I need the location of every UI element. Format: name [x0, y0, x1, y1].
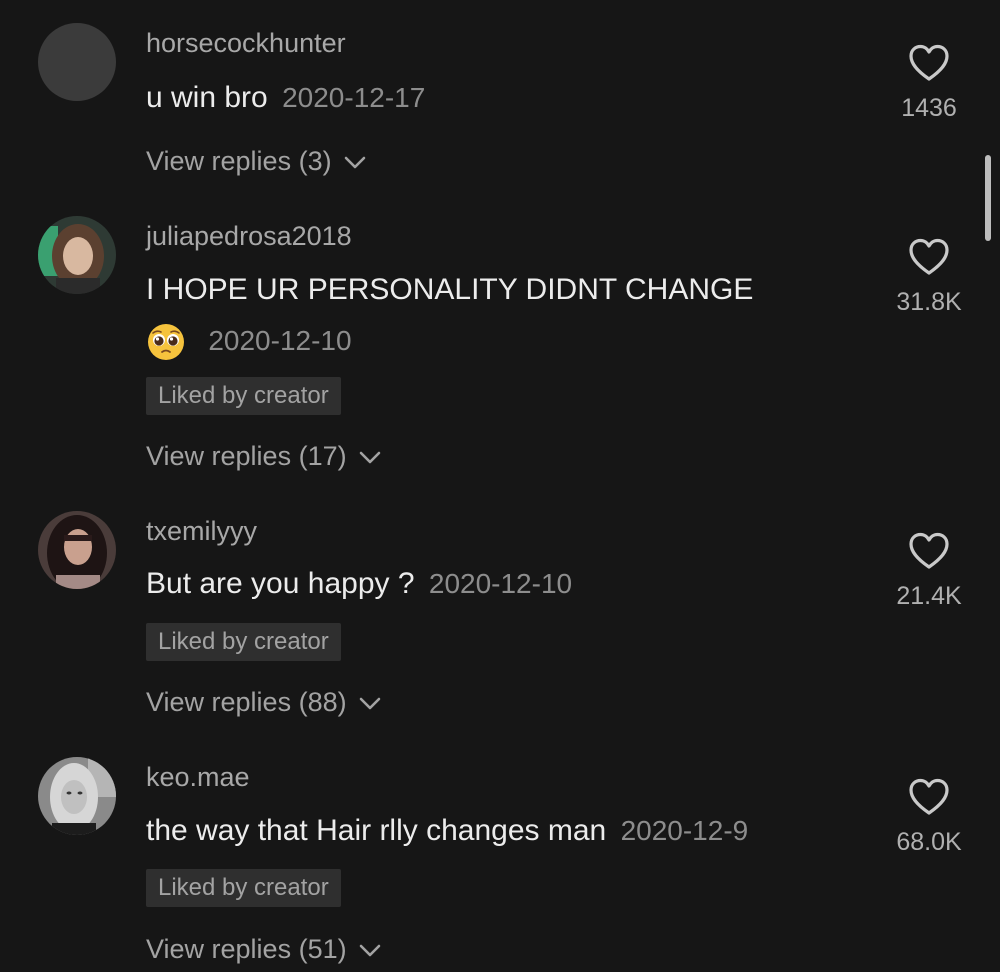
avatar-photo — [38, 757, 116, 835]
comment-text: But are you happy ? — [146, 567, 415, 600]
liked-by-creator-badge: Liked by creator — [146, 377, 341, 415]
avatar[interactable] — [38, 23, 116, 101]
heart-icon — [909, 238, 949, 275]
view-replies-label: View replies (17) — [146, 441, 347, 471]
avatar[interactable] — [38, 511, 116, 589]
like-button[interactable]: 31.8K — [884, 238, 974, 317]
view-replies-button[interactable]: View replies (51) — [146, 934, 382, 965]
heart-icon — [909, 44, 949, 81]
comment-date: 2020-12-9 — [620, 815, 749, 846]
view-replies-button[interactable]: View replies (88) — [146, 687, 382, 718]
chevron-down-icon — [359, 697, 381, 710]
comment-text-line: But are you happy ? 2020-12-10 — [146, 567, 572, 601]
view-replies-label: View replies (88) — [146, 687, 347, 717]
comment-text-line: 2020-12-10 — [146, 322, 352, 362]
avatar-photo — [38, 511, 116, 589]
like-count: 31.8K — [896, 288, 962, 316]
like-count: 68.0K — [896, 828, 962, 856]
comment-text: the way that Hair rlly changes man — [146, 814, 607, 847]
comment-text: I HOPE UR PERSONALITY DIDNT CHANGE — [146, 273, 754, 306]
view-replies-button[interactable]: View replies (3) — [146, 146, 367, 177]
comment-username[interactable]: juliapedrosa2018 — [146, 221, 352, 252]
comment-username[interactable]: keo.mae — [146, 762, 250, 793]
comment-text-line: u win bro 2020-12-17 — [146, 81, 425, 115]
liked-by-creator-badge: Liked by creator — [146, 623, 341, 661]
avatar[interactable] — [38, 216, 116, 294]
comment-date: 2020-12-10 — [428, 568, 573, 599]
comment-username[interactable]: txemilyyy — [146, 516, 257, 547]
pleading-face-emoji — [148, 324, 184, 360]
avatar-photo — [38, 216, 116, 294]
comment-text: u win bro — [146, 81, 268, 114]
like-button[interactable]: 1436 — [884, 44, 974, 123]
view-replies-label: View replies (51) — [146, 934, 347, 964]
like-button[interactable]: 68.0K — [884, 778, 974, 857]
chevron-down-icon — [359, 944, 381, 957]
chevron-down-icon — [359, 451, 381, 464]
comments-panel: horsecockhunter u win bro 2020-12-17 Vie… — [0, 0, 1000, 972]
comment-date: 2020-12-17 — [282, 82, 426, 113]
like-count: 21.4K — [896, 582, 962, 610]
like-count: 1436 — [901, 94, 957, 122]
chevron-down-icon — [344, 156, 366, 169]
comment-date: 2020-12-10 — [208, 324, 352, 356]
view-replies-button[interactable]: View replies (17) — [146, 441, 382, 472]
view-replies-label: View replies (3) — [146, 146, 332, 176]
comment-text-line: I HOPE UR PERSONALITY DIDNT CHANGE — [146, 273, 753, 307]
avatar[interactable] — [38, 757, 116, 835]
like-button[interactable]: 21.4K — [884, 532, 974, 611]
comment-text-line: the way that Hair rlly changes man 2020-… — [146, 814, 748, 848]
heart-icon — [909, 532, 949, 569]
heart-icon — [909, 778, 949, 815]
comment-username[interactable]: horsecockhunter — [146, 28, 346, 59]
scrollbar[interactable] — [985, 155, 991, 241]
liked-by-creator-badge: Liked by creator — [146, 869, 341, 907]
